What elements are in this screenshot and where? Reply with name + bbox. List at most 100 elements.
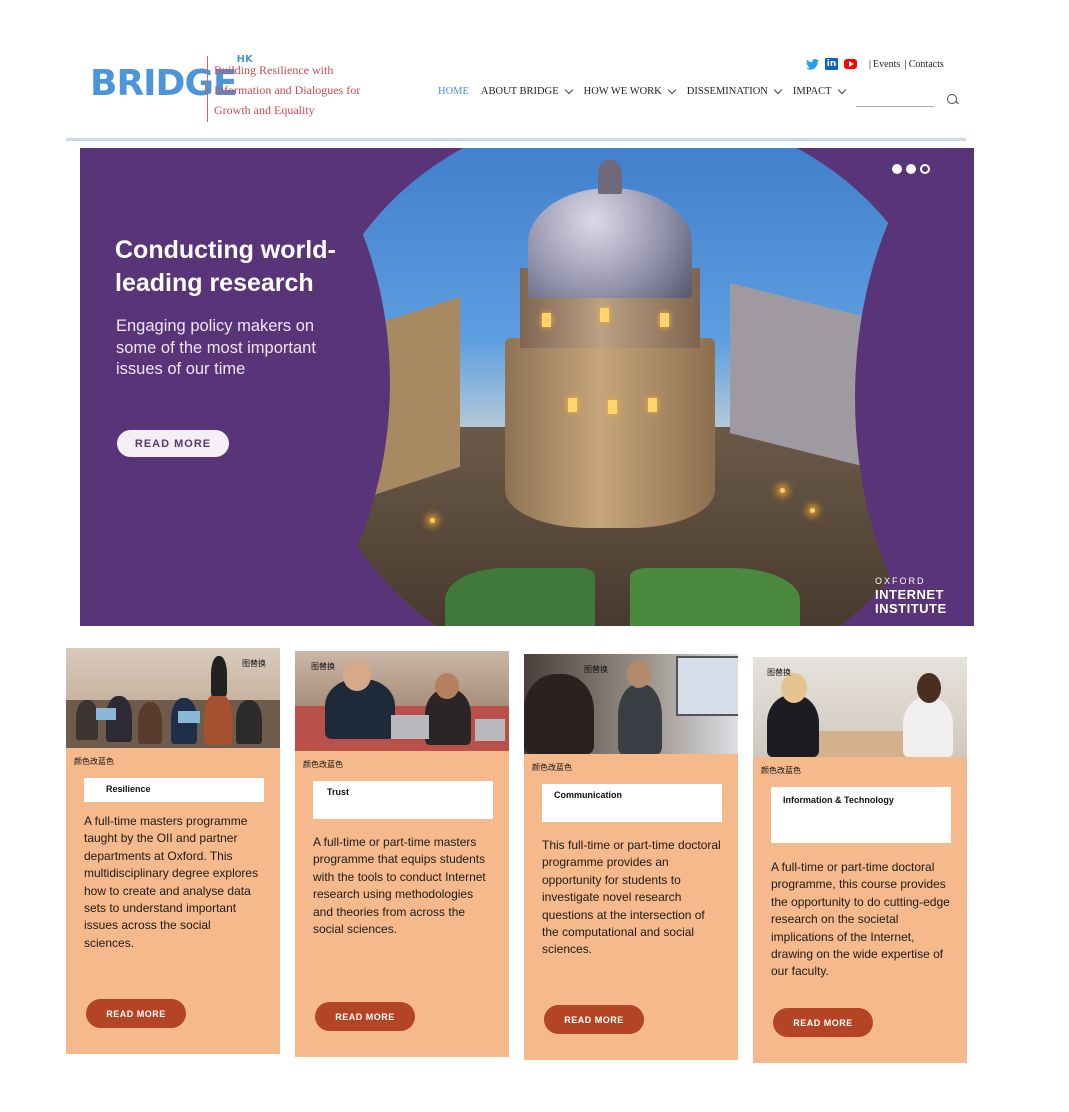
card-title-box: Resilience [84,778,264,802]
hero-photo-lawn [630,568,800,626]
color-change-note: 颜色改蓝色 [532,763,572,772]
chevron-down-icon[interactable] [773,85,783,95]
card-photo: 图替换 [295,651,509,751]
photo-person [138,702,162,744]
chevron-down-icon[interactable] [564,85,573,95]
search-icon[interactable] [947,94,957,104]
youtube-icon[interactable] [844,59,857,69]
card-description: A full-time masters programme taught by … [84,814,259,950]
program-card: 图替换 颜色改蓝色 Communication This full-time o… [524,654,738,1060]
card-title: Resilience [106,784,151,794]
color-change-note: 颜色改蓝色 [303,760,343,769]
photo-speaker [211,656,227,696]
nav-about-label[interactable]: ABOUT BRIDGE [481,86,559,97]
radcliffe-camera-dome [528,188,692,298]
lit-window [568,398,577,412]
photo-person [236,700,262,744]
street-lamp [780,488,785,493]
search-input[interactable] [856,94,934,107]
contacts-link[interactable]: Contacts [909,59,944,70]
nav-how-label[interactable]: HOW WE WORK [584,86,662,97]
street-lamp [430,518,435,523]
laptop-screen [96,708,116,720]
photo-replace-note: 图替换 [311,662,335,671]
nav-home-label[interactable]: HOME [438,86,469,97]
lit-window [648,398,657,412]
slider-dot[interactable] [906,164,916,174]
card-title-box: Trust [313,781,493,819]
hero-photo-lawn [445,568,595,626]
site-tagline: Building Resilience with Information and… [214,63,361,117]
hero-subtitle: Engaging policy makers on some of the mo… [116,317,316,378]
photo-person [204,693,232,745]
card-description: A full-time or part-time masters program… [313,835,486,937]
photo-person [767,695,819,757]
nav-how-we-work[interactable]: HOW WE WORK [584,85,677,97]
card-title: Communication [554,790,623,800]
laptop-screen [178,711,200,723]
nav-impact-label[interactable]: IMPACT [793,86,832,97]
logo-line: INTERNET [875,587,944,602]
laptop [391,715,429,739]
radcliffe-camera-lantern [598,160,622,194]
card-photo: 图替换 [524,654,738,754]
card-photo: 图替换 [753,657,967,757]
nav-dissemination-label[interactable]: DISSEMINATION [687,86,768,97]
program-card: 图替换 颜色改蓝色 Information & Technology A ful… [753,657,967,1063]
social-links: in | Events | Contacts [806,58,944,70]
photo-person [76,700,98,740]
photo-person [524,674,594,754]
nav-home[interactable]: HOME [438,86,469,97]
read-more-button[interactable]: READ MORE [773,1008,873,1037]
logo-line: INSTITUTE [875,601,947,616]
nav-dissemination[interactable]: DISSEMINATION [687,85,783,97]
card-title-box: Communication [542,784,722,822]
card-description: A full-time or part-time doctoral progra… [771,860,950,979]
slider-dot-active[interactable] [920,164,930,174]
card-title: Trust [327,787,350,797]
card-description: This full-time or part-time doctoral pro… [542,838,721,957]
hero-purple-panel [80,148,390,626]
hero-photo [310,148,950,626]
read-more-button[interactable]: READ MORE [544,1005,644,1034]
events-link[interactable]: Events [873,59,900,70]
hero-banner: Conducting world-leading research Engagi… [80,148,974,626]
street-lamp [810,508,815,513]
read-more-button[interactable]: READ MORE [315,1002,415,1031]
logo-line: OXFORD [875,576,926,586]
read-more-button[interactable]: READ MORE [86,999,186,1028]
photo-face [435,673,459,699]
color-change-note: 颜色改蓝色 [761,766,801,775]
hero-title: Conducting world-leading research [115,236,336,297]
site-header: BRIDGEHK Building Resilience with Inform… [66,44,966,141]
lit-window [542,313,551,327]
slider-dot[interactable] [892,164,902,174]
slider-dots [892,164,930,174]
color-change-note: 颜色改蓝色 [74,757,114,766]
nav-impact[interactable]: IMPACT [793,85,846,97]
photo-person [618,684,662,754]
lit-window [608,400,617,414]
card-title: Information & Technology [783,795,894,805]
photo-face [343,661,371,691]
hero-read-more-button[interactable]: READ MORE [117,430,229,457]
linkedin-icon[interactable]: in [825,58,838,70]
top-link-separator: | [869,58,872,70]
lit-window [660,313,669,327]
program-card: 图替换 颜色改蓝色 Resilience A full-time masters… [66,648,280,1054]
chevron-down-icon[interactable] [837,85,846,95]
card-title-box: Information & Technology [771,787,951,843]
photo-face [917,673,941,703]
photo-replace-note: 图替换 [584,665,608,674]
photo-face [627,660,651,688]
card-photo: 图替换 [66,648,280,748]
oxford-internet-institute-logo: OXFORD INTERNET INSTITUTE [875,574,947,616]
photo-replace-note: 图替换 [767,668,791,677]
radcliffe-camera-base [505,338,715,528]
nav-about-bridge[interactable]: ABOUT BRIDGE [481,85,573,97]
main-nav: HOME ABOUT BRIDGE HOW WE WORK DISSEMINAT… [438,85,857,97]
photo-person [903,697,953,757]
logo-divider [207,56,208,122]
twitter-icon[interactable] [806,58,819,70]
chevron-down-icon[interactable] [667,85,677,95]
